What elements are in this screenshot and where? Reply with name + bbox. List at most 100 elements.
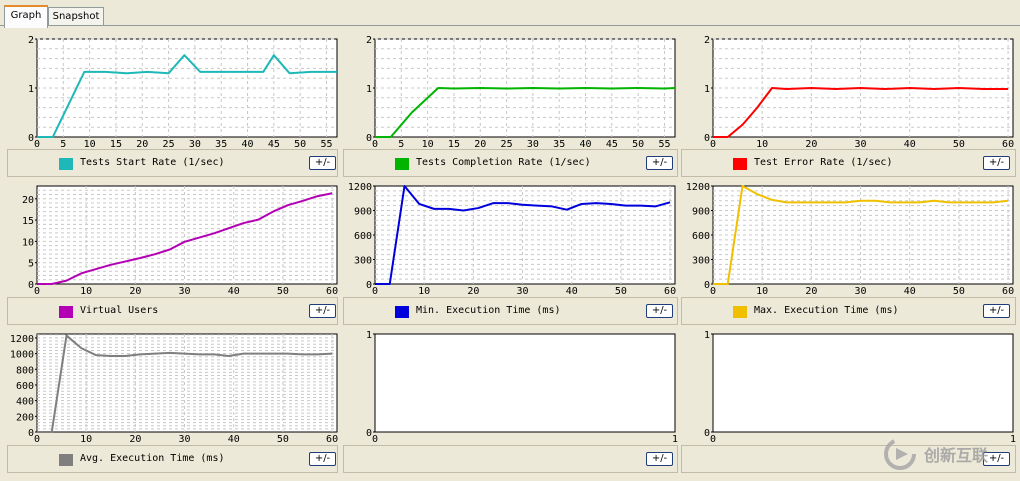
y-tick-label: 2 (366, 36, 372, 46)
y-tick-label: 10 (22, 237, 34, 248)
x-tick-label: 40 (566, 286, 578, 297)
series-color-swatch (59, 306, 73, 318)
chart-test-error-rate: 0120102030405060Time (sec) (704, 36, 1014, 150)
series-color-swatch (733, 158, 747, 170)
y-tick-label: 1 (704, 84, 710, 95)
legend-label: Tests Completion Rate (1/sec) (416, 157, 591, 168)
legend-min-execution-time: Min. Execution Time (ms) +/- (343, 297, 678, 325)
toggle-chart-button[interactable]: +/- (309, 304, 336, 318)
x-tick-label: 10 (756, 286, 768, 297)
x-tick-label: 50 (615, 286, 627, 297)
y-tick-label: 1 (704, 331, 710, 341)
chart-max-execution-time: 030060090012000102030405060Time (sec) (686, 183, 1014, 297)
legend-label: Virtual Users (80, 305, 159, 316)
x-tick-label: 10 (80, 286, 92, 297)
x-tick-label: 20 (129, 286, 141, 297)
toggle-chart-button[interactable]: +/- (646, 452, 673, 466)
y-tick-label: 1 (366, 84, 372, 95)
legend-label: Tests Start Rate (1/sec) (80, 157, 225, 168)
y-tick-label: 1 (366, 331, 372, 341)
x-tick-label: 60 (1002, 286, 1014, 297)
chart-avg-execution-time: 0200400600800100012000102030405060Time (… (10, 333, 338, 445)
series-color-swatch (395, 306, 409, 318)
x-tick-label: 60 (326, 286, 338, 297)
plot-area (712, 333, 1014, 433)
legend-tests-start-rate: Tests Start Rate (1/sec) +/- (7, 149, 338, 177)
y-tick-label: 600 (354, 231, 372, 242)
x-tick-label: 0 (372, 434, 378, 445)
x-tick-label: 0 (710, 286, 716, 297)
x-tick-label: 60 (664, 286, 676, 297)
tab-bar: Graph Snapshot (0, 0, 1020, 28)
y-tick-label: 900 (354, 207, 372, 218)
watermark-logo: 创新互联 (882, 434, 1012, 474)
y-tick-label: 400 (16, 397, 34, 408)
y-tick-label: 5 (28, 259, 34, 270)
x-tick-label: 10 (418, 286, 430, 297)
series-color-swatch (59, 454, 73, 466)
x-tick-label: 20 (129, 434, 141, 445)
legend-empty-1: +/- (343, 445, 678, 473)
plot-area (36, 185, 338, 285)
y-tick-label: 600 (692, 231, 710, 242)
plot-area (374, 333, 676, 433)
y-tick-label: 2 (704, 36, 710, 46)
legend-label: Max. Execution Time (ms) (754, 305, 899, 316)
y-tick-label: 1200 (10, 334, 34, 345)
y-tick-label: 300 (354, 256, 372, 267)
legend-virtual-users: Virtual Users +/- (7, 297, 338, 325)
tab-snapshot[interactable]: Snapshot (48, 7, 104, 26)
y-tick-label: 800 (16, 365, 34, 376)
chart-empty-2: 0101Time (sec) (704, 331, 1016, 445)
y-tick-label: 600 (16, 381, 34, 392)
x-tick-label: 30 (855, 286, 867, 297)
series-color-swatch (733, 306, 747, 318)
x-tick-label: 30 (517, 286, 529, 297)
chart-tests-start-rate: 0120510152025303540455055Time (sec) (28, 36, 338, 150)
y-tick-label: 20 (22, 195, 34, 206)
toggle-chart-button[interactable]: +/- (646, 304, 673, 318)
chart-min-execution-time: 030060090012000102030405060Time (sec) (348, 183, 676, 297)
toggle-chart-button[interactable]: +/- (646, 156, 673, 170)
x-tick-label: 40 (904, 286, 916, 297)
y-tick-label: 200 (16, 412, 34, 423)
x-tick-label: 0 (34, 434, 40, 445)
y-tick-label: 1000 (10, 350, 34, 361)
y-tick-label: 15 (22, 216, 34, 227)
x-tick-label: 0 (34, 286, 40, 297)
legend-label: Min. Execution Time (ms) (416, 305, 561, 316)
tab-graph[interactable]: Graph (4, 5, 48, 28)
watermark-icon (884, 438, 916, 470)
toggle-chart-button[interactable]: +/- (309, 156, 336, 170)
x-tick-label: 20 (467, 286, 479, 297)
legend-max-execution-time: Max. Execution Time (ms) +/- (681, 297, 1016, 325)
x-tick-label: 0 (710, 434, 716, 445)
x-tick-label: 50 (277, 286, 289, 297)
toggle-chart-button[interactable]: +/- (983, 304, 1010, 318)
graph-panel: 0120510152025303540455055Time (sec) 0120… (0, 28, 1020, 481)
x-tick-label: 60 (326, 434, 338, 445)
chart-tests-completion-rate: 0120510152025303540455055Time (sec) (366, 36, 676, 150)
toggle-chart-button[interactable]: +/- (983, 156, 1010, 170)
x-tick-label: 50 (953, 286, 965, 297)
x-tick-label: 50 (277, 434, 289, 445)
series-color-swatch (395, 158, 409, 170)
legend-avg-execution-time: Avg. Execution Time (ms) +/- (7, 445, 338, 473)
legend-test-error-rate: Test Error Rate (1/sec) +/- (681, 149, 1016, 177)
legend-label: Test Error Rate (1/sec) (754, 157, 893, 168)
x-tick-label: 1 (672, 434, 678, 445)
x-tick-label: 40 (228, 286, 240, 297)
x-tick-label: 10 (80, 434, 92, 445)
watermark-text: 创新互联 (924, 446, 989, 465)
y-tick-label: 2 (28, 36, 34, 46)
chart-virtual-users: 051015200102030405060Time (sec) (22, 185, 338, 297)
x-tick-label: 20 (805, 286, 817, 297)
y-tick-label: 300 (692, 256, 710, 267)
x-tick-label: 40 (228, 434, 240, 445)
y-tick-label: 900 (692, 207, 710, 218)
y-tick-label: 1200 (348, 183, 372, 193)
toggle-chart-button[interactable]: +/- (309, 452, 336, 466)
x-tick-label: 30 (179, 434, 191, 445)
x-tick-label: 0 (372, 286, 378, 297)
legend-tests-completion-rate: Tests Completion Rate (1/sec) +/- (343, 149, 678, 177)
